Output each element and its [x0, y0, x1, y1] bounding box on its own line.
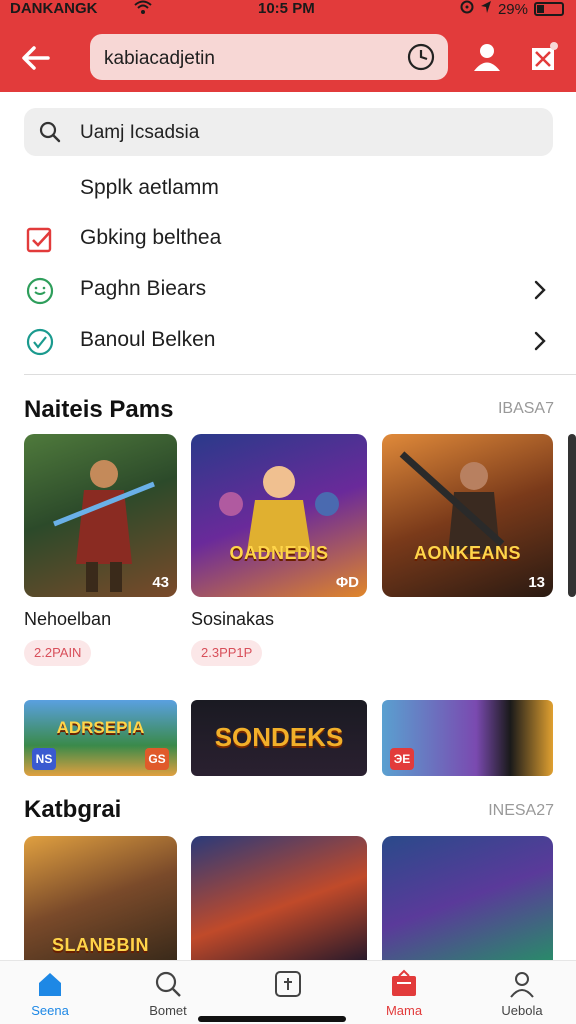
game-card[interactable] — [382, 836, 553, 960]
game-card[interactable] — [191, 836, 367, 960]
suggestion-label: Banoul Belken — [80, 328, 216, 351]
status-bar: DANKANGK 10:5 PM 29% — [0, 0, 576, 20]
game-title: Nehoelban — [24, 609, 112, 629]
game-card[interactable]: 43 — [24, 434, 177, 597]
carrier-label: DANKANGK — [10, 0, 98, 17]
nav-create[interactable] — [248, 969, 328, 1003]
notification-button[interactable] — [530, 42, 558, 72]
battery-fill — [537, 5, 544, 13]
banner-tile[interactable]: ЭE — [382, 700, 553, 776]
suggestion-label: Spplk aetlamm — [80, 176, 219, 199]
suggestion-item[interactable]: Gbking belthea — [0, 214, 576, 262]
suggestion-label: Gbking belthea — [80, 226, 222, 249]
nav-label: Uebola — [501, 1003, 543, 1018]
section-see-all-link[interactable]: INESA27 — [488, 802, 554, 820]
wifi-icon — [134, 0, 152, 20]
clock-time: 10:5 PM — [258, 0, 315, 17]
game-tag: 2.3PP1P — [191, 640, 263, 666]
game-card-peek[interactable] — [568, 434, 576, 597]
nav-label: Bomet — [149, 1003, 187, 1018]
header-search-query: kabiacadjetin — [104, 48, 215, 69]
nav-search[interactable]: Bomet — [128, 969, 208, 1018]
game-card[interactable]: OADNEDIS ΦD — [191, 434, 367, 597]
nav-home[interactable]: Seena — [10, 969, 90, 1018]
nav-label: Seena — [31, 1003, 69, 1018]
add-box-icon — [273, 969, 303, 999]
gift-box-icon — [532, 42, 558, 70]
bottom-navigation: Seena Bomet Mama Uebola — [0, 960, 576, 1024]
suggestion-label: Paghn Biears — [80, 277, 207, 300]
home-indicator[interactable] — [198, 1016, 346, 1022]
chevron-right-icon — [530, 279, 550, 301]
banner-chip: NS — [32, 748, 56, 770]
profile-icon — [507, 969, 537, 999]
game-logo: AONKEANS — [413, 543, 521, 564]
search-icon — [153, 969, 183, 999]
chevron-right-icon — [530, 330, 550, 352]
banner-logo: ADRSEPIA — [56, 718, 145, 737]
location-icon — [480, 0, 492, 18]
clock-icon[interactable] — [406, 42, 436, 72]
game-logo: OADNEDIS — [229, 543, 329, 564]
user-icon — [474, 44, 500, 71]
nav-label: Mama — [385, 1003, 423, 1018]
checkbox-icon — [26, 226, 54, 254]
banner-tile[interactable]: ADRSEPIA NS GS — [24, 700, 177, 776]
game-badge: 43 — [152, 574, 169, 591]
suggestion-item[interactable]: Banoul Belken — [0, 316, 576, 364]
account-button[interactable] — [470, 40, 504, 74]
game-art-image — [219, 466, 339, 552]
suggestion-item[interactable]: Paghn Biears — [0, 265, 576, 313]
section-title: Naiteis Pams — [24, 396, 174, 423]
game-art-image — [399, 451, 505, 554]
alarm-icon — [460, 0, 474, 18]
check-circle-icon — [26, 328, 54, 356]
game-title: Sosinakas — [191, 609, 275, 629]
nav-profile[interactable]: Uebola — [482, 969, 562, 1018]
battery-percent: 29% — [497, 0, 528, 18]
suggestion-search-field[interactable]: Uamj Icsadsia — [24, 108, 553, 156]
arrow-left-icon — [22, 46, 50, 70]
suggestion-item[interactable]: Spplk aetlamm — [0, 164, 576, 212]
game-badge: ΦD — [335, 574, 359, 591]
back-button[interactable] — [18, 40, 54, 76]
banner-logo: SONDEKS — [214, 722, 344, 752]
banner-chip: GS — [145, 748, 169, 770]
section-see-all-link[interactable]: IBASA7 — [498, 400, 554, 418]
game-logo: SLANBBIN — [52, 935, 149, 955]
nav-store[interactable]: Mama — [364, 969, 444, 1018]
banner-chip: ЭE — [390, 748, 414, 770]
game-card[interactable]: SLANBBIN — [24, 836, 177, 960]
game-card[interactable]: AONKEANS 13 — [382, 434, 553, 597]
home-icon — [35, 969, 65, 999]
battery-icon — [534, 2, 564, 16]
game-badge: 13 — [528, 574, 545, 591]
suggestion-search-query: Uamj Icsadsia — [80, 122, 200, 143]
header-search-input[interactable]: kabiacadjetin — [90, 34, 448, 80]
top-app-bar: DANKANGK 10:5 PM 29% kabiacadjetin — [0, 0, 576, 92]
divider — [24, 374, 576, 375]
section-title: Katbgrai — [24, 796, 122, 823]
search-header: kabiacadjetin — [0, 30, 576, 86]
smile-circle-icon — [26, 277, 54, 305]
game-tag: 2.2PAIN — [24, 640, 92, 666]
game-art-image — [53, 460, 155, 592]
banner-tile[interactable]: SONDEKS — [191, 700, 367, 776]
search-icon — [38, 120, 62, 144]
store-icon — [389, 969, 419, 999]
